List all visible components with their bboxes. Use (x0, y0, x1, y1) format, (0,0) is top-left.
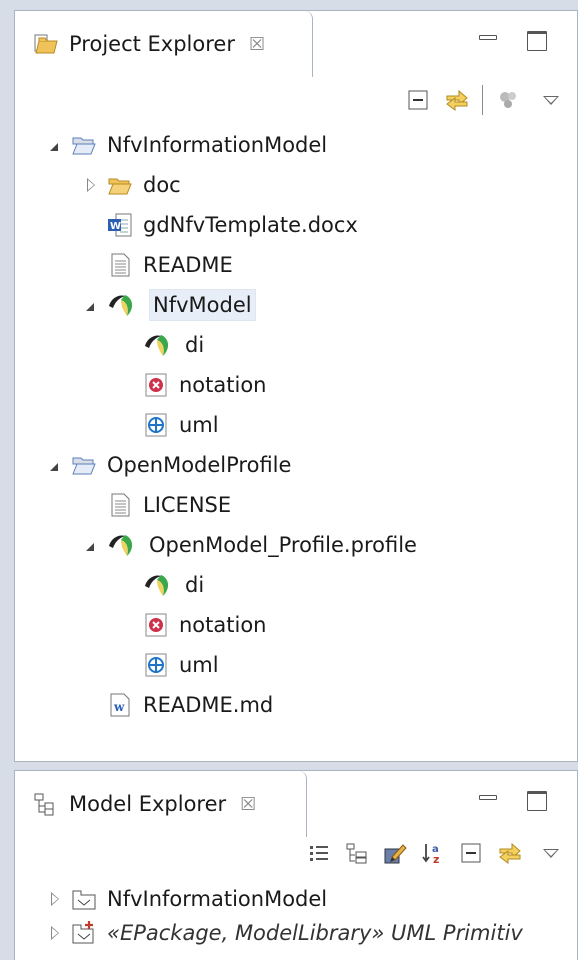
tree-row-label: notation (179, 373, 267, 397)
tree-view-icon[interactable] (345, 841, 369, 865)
tree-row[interactable]: README (81, 247, 233, 283)
tree-row-label: di (185, 333, 205, 357)
model-explorer-toolbar: az (307, 841, 559, 866)
project-explorer-toolbar (406, 85, 559, 115)
collapsed-arrow-icon[interactable] (45, 889, 65, 909)
model-explorer-panel: Model Explorer ☒ az NfvInformationModel «… (14, 770, 578, 960)
collapsed-arrow-glyph (51, 892, 59, 906)
model-package-icon (71, 886, 97, 912)
tree-row-label: di (185, 573, 205, 597)
markdown-word-icon: w (107, 692, 133, 718)
tree-row[interactable]: notation (117, 607, 267, 643)
papyrus-di-icon (143, 572, 175, 598)
tree-row[interactable]: NfvInformationModel (45, 881, 327, 917)
tree-row[interactable]: doc (81, 167, 181, 203)
tree-row[interactable]: NfvModel (81, 287, 256, 323)
collapse-all-icon[interactable] (459, 841, 483, 865)
text-file-icon (107, 492, 133, 518)
model-explorer-icon (33, 791, 59, 817)
word-document-icon: W (107, 212, 133, 238)
tree-row-label: LICENSE (143, 493, 232, 517)
tree-row[interactable]: uml (117, 647, 219, 683)
tab-project-explorer[interactable]: Project Explorer ☒ (15, 11, 313, 77)
papyrus-di-icon (143, 332, 175, 358)
notation-icon (143, 372, 169, 398)
tree-row-label: README (143, 253, 233, 277)
tree-row-label: uml (179, 413, 219, 437)
tree-row[interactable]: «EPackage, ModelLibrary» UML Primitiv (45, 915, 523, 951)
tree-row[interactable]: OpenModel_Profile.profile (81, 527, 417, 563)
tree-row-label: README.md (143, 693, 274, 717)
tree-row-label: NfvInformationModel (107, 887, 328, 911)
list-view-icon[interactable] (307, 841, 331, 865)
tree-row[interactable]: WgdNfvTemplate.docx (81, 207, 358, 243)
edit-model-icon[interactable] (383, 841, 407, 865)
expanded-arrow-icon[interactable] (81, 535, 101, 555)
tree-row[interactable]: NfvInformationModel (45, 127, 327, 163)
model-library-icon (71, 920, 97, 946)
expanded-arrow-icon[interactable] (45, 455, 65, 475)
filters-icon[interactable] (497, 88, 521, 112)
tree-row[interactable]: w README.md (81, 687, 273, 723)
close-icon[interactable]: ☒ (249, 34, 265, 55)
text-file-icon (107, 252, 133, 278)
model-explorer-title: Model Explorer (69, 792, 227, 816)
folder-open-icon (71, 452, 97, 478)
papyrus-model-icon (107, 532, 139, 558)
collapsed-arrow-icon[interactable] (45, 923, 65, 943)
uml-icon (143, 412, 169, 438)
svg-text:W: W (110, 221, 121, 232)
maximize-icon[interactable] (527, 791, 547, 811)
notation-icon (143, 612, 169, 638)
tree-row[interactable]: di (117, 327, 204, 363)
tree-row-label: gdNfvTemplate.docx (143, 213, 358, 237)
tree-row-label: «EPackage, ModelLibrary» UML Primitiv (107, 921, 523, 945)
tree-row-label: doc (143, 173, 181, 197)
project-explorer-icon (33, 31, 59, 57)
link-with-editor-icon[interactable] (444, 88, 468, 112)
project-explorer-title: Project Explorer (69, 32, 235, 56)
view-menu-icon[interactable] (543, 848, 559, 858)
maximize-icon[interactable] (527, 31, 547, 51)
tree-row[interactable]: LICENSE (81, 487, 231, 523)
sort-alphabetically-icon[interactable]: az (421, 841, 445, 866)
folder-icon (107, 172, 133, 198)
tree-row[interactable]: uml (117, 407, 219, 443)
tree-row[interactable]: di (117, 567, 204, 603)
tree-row-label: NfvModel (149, 289, 256, 321)
link-with-editor-icon[interactable] (497, 841, 521, 865)
tab-model-explorer[interactable]: Model Explorer ☒ (15, 771, 307, 837)
tree-row-label: NfvInformationModel (107, 133, 328, 157)
collapsed-arrow-glyph (51, 926, 59, 940)
tree-row-label: OpenModelProfile (107, 453, 292, 477)
project-explorer-titlebar: Project Explorer ☒ (15, 11, 577, 77)
svg-text:w: w (113, 700, 125, 714)
folder-open-icon (71, 132, 97, 158)
model-explorer-titlebar: Model Explorer ☒ (15, 771, 577, 837)
expanded-arrow-glyph (50, 143, 58, 151)
expanded-arrow-glyph (86, 543, 94, 551)
expanded-arrow-glyph (50, 463, 58, 471)
tree-row-label: uml (179, 653, 219, 677)
close-icon[interactable]: ☒ (240, 794, 256, 815)
collapsed-arrow-glyph (87, 178, 95, 192)
tree-row-label: notation (179, 613, 267, 637)
view-menu-icon[interactable] (543, 95, 559, 105)
tree-row[interactable]: notation (117, 367, 267, 403)
collapsed-arrow-icon[interactable] (81, 175, 101, 195)
minimize-icon[interactable] (477, 31, 497, 51)
toolbar-separator (482, 85, 483, 115)
minimize-icon[interactable] (477, 791, 497, 811)
tree-row-label: OpenModel_Profile.profile (149, 533, 417, 557)
uml-icon (143, 652, 169, 678)
expanded-arrow-icon[interactable] (81, 295, 101, 315)
tree-row[interactable]: OpenModelProfile (45, 447, 291, 483)
expanded-arrow-icon[interactable] (45, 135, 65, 155)
expanded-arrow-glyph (86, 303, 94, 311)
project-explorer-panel: Project Explorer ☒ NfvInformationModel do… (14, 10, 578, 762)
svg-text:z: z (433, 853, 439, 865)
papyrus-model-icon (107, 292, 139, 318)
collapse-all-icon[interactable] (406, 88, 430, 112)
